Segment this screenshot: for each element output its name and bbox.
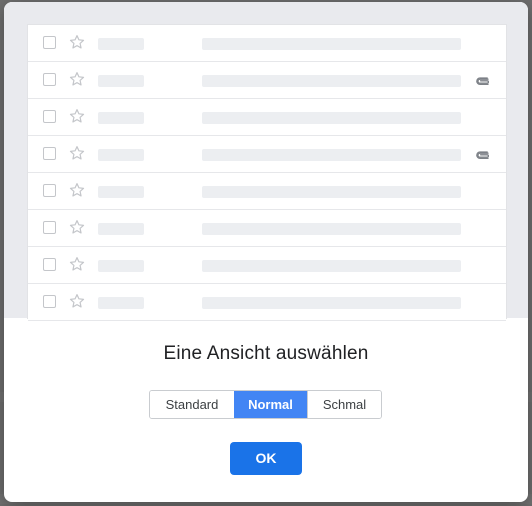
star-icon: [68, 107, 86, 125]
star-icon: [68, 292, 86, 310]
preview-row: [28, 99, 506, 136]
sender-placeholder: [98, 112, 144, 124]
checkbox-icon: [43, 73, 56, 86]
view-picker-dialog: Eine Ansicht auswählen Standard Normal S…: [4, 2, 528, 502]
sender-placeholder: [98, 186, 144, 198]
star-icon: [68, 33, 86, 51]
inbox-preview-list: [27, 24, 507, 321]
preview-row: [28, 247, 506, 284]
preview-row: [28, 25, 506, 62]
density-option-normal[interactable]: Normal: [234, 391, 307, 418]
subject-placeholder: [202, 260, 461, 272]
subject-placeholder: [202, 297, 461, 309]
checkbox-icon: [43, 295, 56, 308]
sender-placeholder: [98, 223, 144, 235]
ok-button[interactable]: OK: [230, 442, 302, 475]
subject-placeholder: [202, 112, 461, 124]
preview-row: [28, 210, 506, 247]
star-icon: [68, 255, 86, 273]
subject-placeholder: [202, 186, 461, 198]
checkbox-icon: [43, 36, 56, 49]
preview-row: [28, 173, 506, 210]
checkbox-icon: [43, 221, 56, 234]
checkbox-icon: [43, 258, 56, 271]
sender-placeholder: [98, 149, 144, 161]
subject-placeholder: [202, 223, 461, 235]
sender-placeholder: [98, 75, 144, 87]
subject-placeholder: [202, 38, 461, 50]
checkbox-icon: [43, 110, 56, 123]
density-preview: [4, 2, 528, 321]
preview-row: [28, 136, 506, 173]
density-selector: Standard Normal Schmal: [149, 390, 382, 419]
paperclip-icon: [475, 74, 491, 86]
sender-placeholder: [98, 38, 144, 50]
star-icon: [68, 70, 86, 88]
sender-placeholder: [98, 297, 144, 309]
star-icon: [68, 181, 86, 199]
dialog-title: Eine Ansicht auswählen: [163, 343, 369, 364]
checkbox-icon: [43, 184, 56, 197]
subject-placeholder: [202, 149, 461, 161]
density-option-schmal[interactable]: Schmal: [307, 391, 381, 418]
checkbox-icon: [43, 147, 56, 160]
preview-row: [28, 284, 506, 321]
density-option-standard[interactable]: Standard: [150, 391, 234, 418]
star-icon: [68, 144, 86, 162]
sender-placeholder: [98, 260, 144, 272]
preview-row: [28, 62, 506, 99]
subject-placeholder: [202, 75, 461, 87]
star-icon: [68, 218, 86, 236]
paperclip-icon: [475, 148, 491, 160]
